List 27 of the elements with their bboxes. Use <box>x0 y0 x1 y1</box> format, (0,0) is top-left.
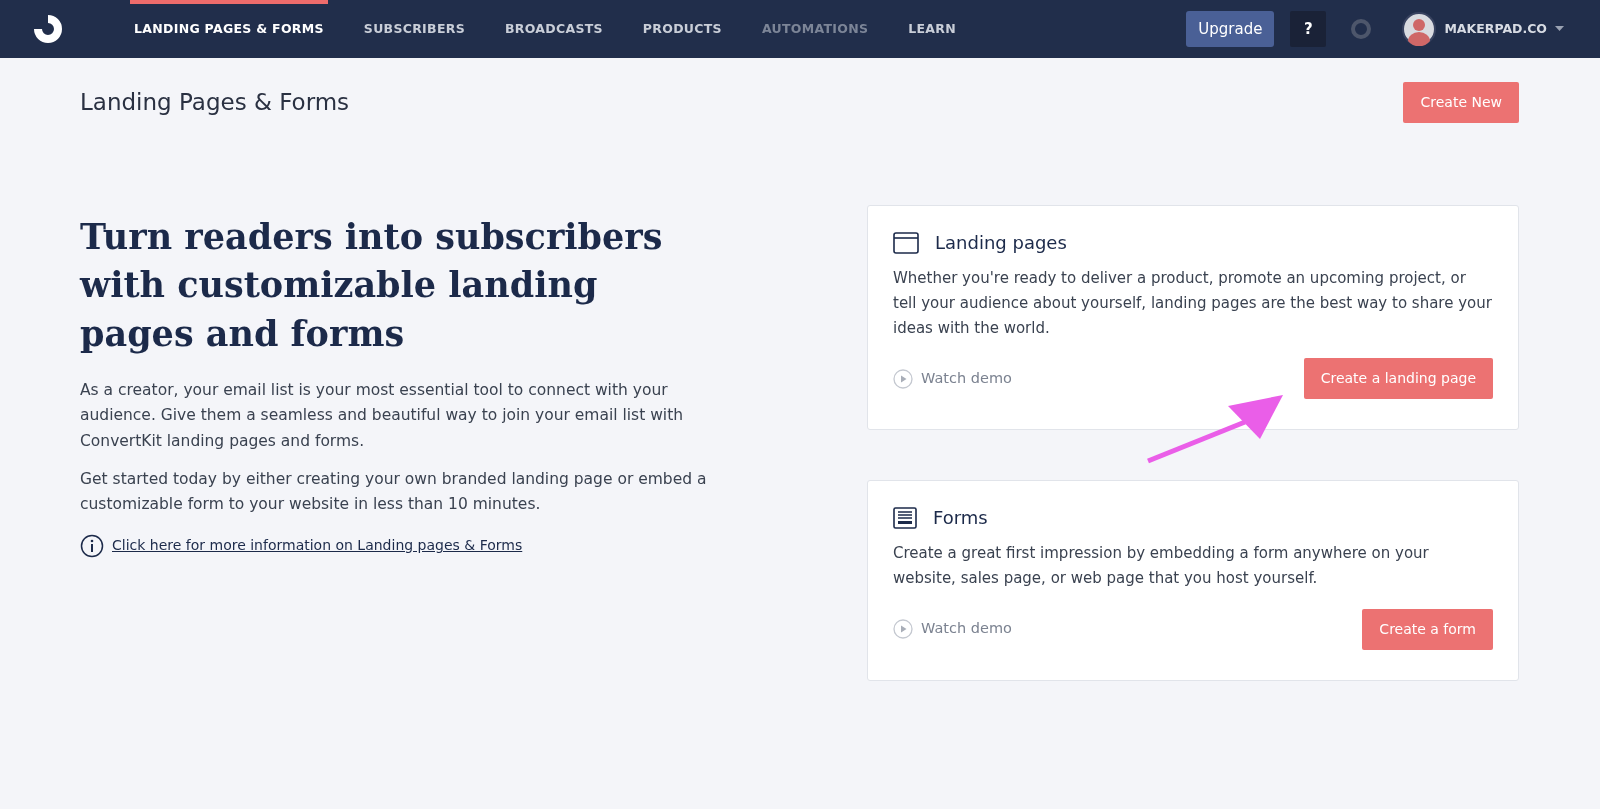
intro-paragraph: Get started today by either creating your own branded landing page or embed a customizable form to your website in less than 10 minutes. <box>80 468 708 516</box>
nav-tab[interactable]: PRODUCTS <box>622 0 742 58</box>
card-title: Landing pages <box>935 232 1067 254</box>
play-icon <box>893 619 913 640</box>
upgrade-button[interactable]: Upgrade <box>1186 10 1275 48</box>
info-icon <box>80 533 104 558</box>
card-description: Whether you're ready to deliver a product, promote an upcoming project, or tell your audience about yourself, landing pages are the best way to share your ideas with the world. <box>893 268 1493 339</box>
nav-tab[interactable]: LEARN <box>888 0 976 58</box>
watch-demo-link[interactable]: Watch demo <box>893 618 1012 641</box>
nav-tab[interactable]: LANDING PAGES & FORMS <box>130 0 328 58</box>
avatar-icon <box>1402 12 1437 46</box>
nav-tab[interactable]: BROADCASTS <box>484 0 623 58</box>
form-icon <box>893 507 917 530</box>
play-icon <box>893 368 913 389</box>
browser-window-icon <box>893 232 919 254</box>
loading-ring-icon <box>1350 18 1373 40</box>
info-link[interactable]: Click here for more information on Landing pages & Forms <box>112 535 523 557</box>
page-title: Landing Pages & Forms <box>80 88 350 117</box>
nav-tab[interactable]: SUBSCRIBERS <box>343 0 485 58</box>
help-button[interactable]: ? <box>1290 11 1327 47</box>
intro-paragraph: As a creator, your email list is your most essential tool to connect with your audience. Give them a seamless and beautiful way to join your email list with ConvertKit landing pages and forms. <box>80 379 685 452</box>
caret-icon <box>1555 26 1564 32</box>
card-description: Create a great first impression by embedding a form anywhere on your website, sales page, or web page that you host yourself. <box>893 543 1430 589</box>
account-menu[interactable]: MAKERPAD.CO <box>1396 11 1570 47</box>
card-title: Forms <box>933 507 988 530</box>
watch-demo-link[interactable]: Watch demo <box>893 367 1012 390</box>
headline: Turn readers into subscribers with customizable landing pages and forms <box>80 215 664 356</box>
